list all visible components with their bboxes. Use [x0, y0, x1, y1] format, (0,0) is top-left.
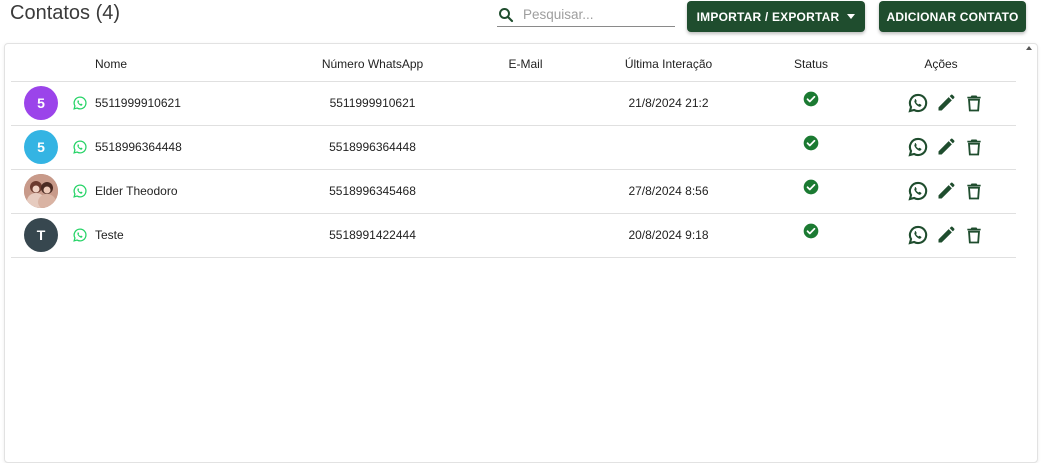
- contact-name: 5518996364448: [95, 125, 275, 170]
- delete-icon[interactable]: [963, 92, 985, 114]
- edit-icon[interactable]: [935, 92, 957, 114]
- channel-cell: [69, 213, 95, 258]
- table-row[interactable]: 5 5518996364448 5518996364448: [11, 125, 1016, 170]
- actions-cell: [866, 81, 1016, 126]
- avatar-cell: T: [11, 213, 69, 258]
- channel-cell: [69, 125, 95, 170]
- search-icon: [499, 7, 514, 22]
- contact-number: 5518996364448: [275, 125, 470, 170]
- check-circle-icon: [803, 223, 819, 239]
- contact-name: 5511999910621: [95, 81, 275, 126]
- add-contact-button[interactable]: ADICIONAR CONTATO: [879, 1, 1026, 32]
- channel-cell: [69, 81, 95, 126]
- check-circle-icon: [803, 91, 819, 107]
- whatsapp-icon: [72, 183, 88, 199]
- avatar-cell: 5: [11, 125, 69, 170]
- whatsapp-icon: [72, 227, 88, 243]
- edit-icon[interactable]: [935, 180, 957, 202]
- search-input[interactable]: [523, 7, 663, 22]
- avatar: [24, 174, 58, 208]
- avatar-letter: T: [36, 227, 46, 243]
- caret-down-icon: [847, 14, 856, 19]
- contact-last-interaction: 21/8/2024 21:2: [581, 81, 756, 126]
- actions-cell: [866, 213, 1016, 258]
- contact-email: [470, 125, 581, 170]
- header-actions: Ações: [866, 47, 1016, 82]
- avatar: 5: [24, 130, 58, 164]
- status-cell: [756, 169, 866, 214]
- header-status: Status: [756, 47, 866, 82]
- check-circle-icon: [803, 179, 819, 195]
- contact-name: Elder Theodoro: [95, 169, 275, 214]
- table-row[interactable]: Elder Theodoro 5518996345468 27/8/2024 8:5…: [11, 169, 1016, 214]
- import-export-button[interactable]: IMPORTAR / EXPORTAR: [687, 1, 865, 32]
- whatsapp-icon: [72, 139, 88, 155]
- search-box[interactable]: [497, 3, 675, 27]
- header-avatar: [11, 47, 69, 82]
- contact-number: 5511999910621: [275, 81, 470, 126]
- avatar-cell: [11, 169, 69, 214]
- status-cell: [756, 81, 866, 126]
- import-export-label: IMPORTAR / EXPORTAR: [696, 9, 840, 24]
- contact-name: Teste: [95, 213, 275, 258]
- contacts-table: Nome Número WhatsApp E-Mail Última Inter…: [11, 47, 1016, 258]
- whatsapp-chat-icon[interactable]: [907, 224, 929, 246]
- actions-cell: [866, 169, 1016, 214]
- check-circle-icon: [803, 135, 819, 151]
- avatar: T: [24, 218, 58, 252]
- delete-icon[interactable]: [963, 180, 985, 202]
- header-name: Nome: [95, 47, 275, 82]
- table-row[interactable]: 5 5511999910621 5511999910621 21/8/2024 21:…: [11, 81, 1016, 126]
- avatar-letter: 5: [37, 139, 45, 155]
- delete-icon[interactable]: [963, 224, 985, 246]
- edit-icon[interactable]: [935, 136, 957, 158]
- whatsapp-icon: [72, 95, 88, 111]
- contact-email: [470, 81, 581, 126]
- contact-last-interaction: 27/8/2024 8:56: [581, 169, 756, 214]
- contact-last-interaction: 20/8/2024 9:18: [581, 213, 756, 258]
- actions-cell: [866, 125, 1016, 170]
- edit-icon[interactable]: [935, 224, 957, 246]
- add-contact-label: ADICIONAR CONTATO: [886, 9, 1019, 24]
- contact-email: [470, 213, 581, 258]
- whatsapp-chat-icon[interactable]: [907, 136, 929, 158]
- header-email: E-Mail: [470, 47, 581, 82]
- table-header-row: Nome Número WhatsApp E-Mail Última Inter…: [11, 47, 1016, 82]
- header-channel: [69, 47, 95, 82]
- contact-number: 5518991422444: [275, 213, 470, 258]
- whatsapp-chat-icon[interactable]: [907, 92, 929, 114]
- channel-cell: [69, 169, 95, 214]
- avatar-cell: 5: [11, 81, 69, 126]
- avatar-letter: 5: [37, 95, 45, 111]
- table-row[interactable]: T Teste 5518991422444 20/8/2024 9:18: [11, 213, 1016, 258]
- status-cell: [756, 125, 866, 170]
- page-header: Contatos (4) IMPORTAR / EXPORTAR ADICION…: [0, 0, 1045, 40]
- contact-number: 5518996345468: [275, 169, 470, 214]
- whatsapp-chat-icon[interactable]: [907, 180, 929, 202]
- delete-icon[interactable]: [963, 136, 985, 158]
- header-last-interaction: Última Interação: [581, 47, 756, 82]
- page-title: Contatos (4): [10, 2, 121, 24]
- scroll-up-arrow-icon[interactable]: [1026, 46, 1032, 50]
- avatar: 5: [24, 86, 58, 120]
- header-number: Número WhatsApp: [275, 47, 470, 82]
- contact-email: [470, 169, 581, 214]
- contact-last-interaction: [581, 125, 756, 170]
- status-cell: [756, 213, 866, 258]
